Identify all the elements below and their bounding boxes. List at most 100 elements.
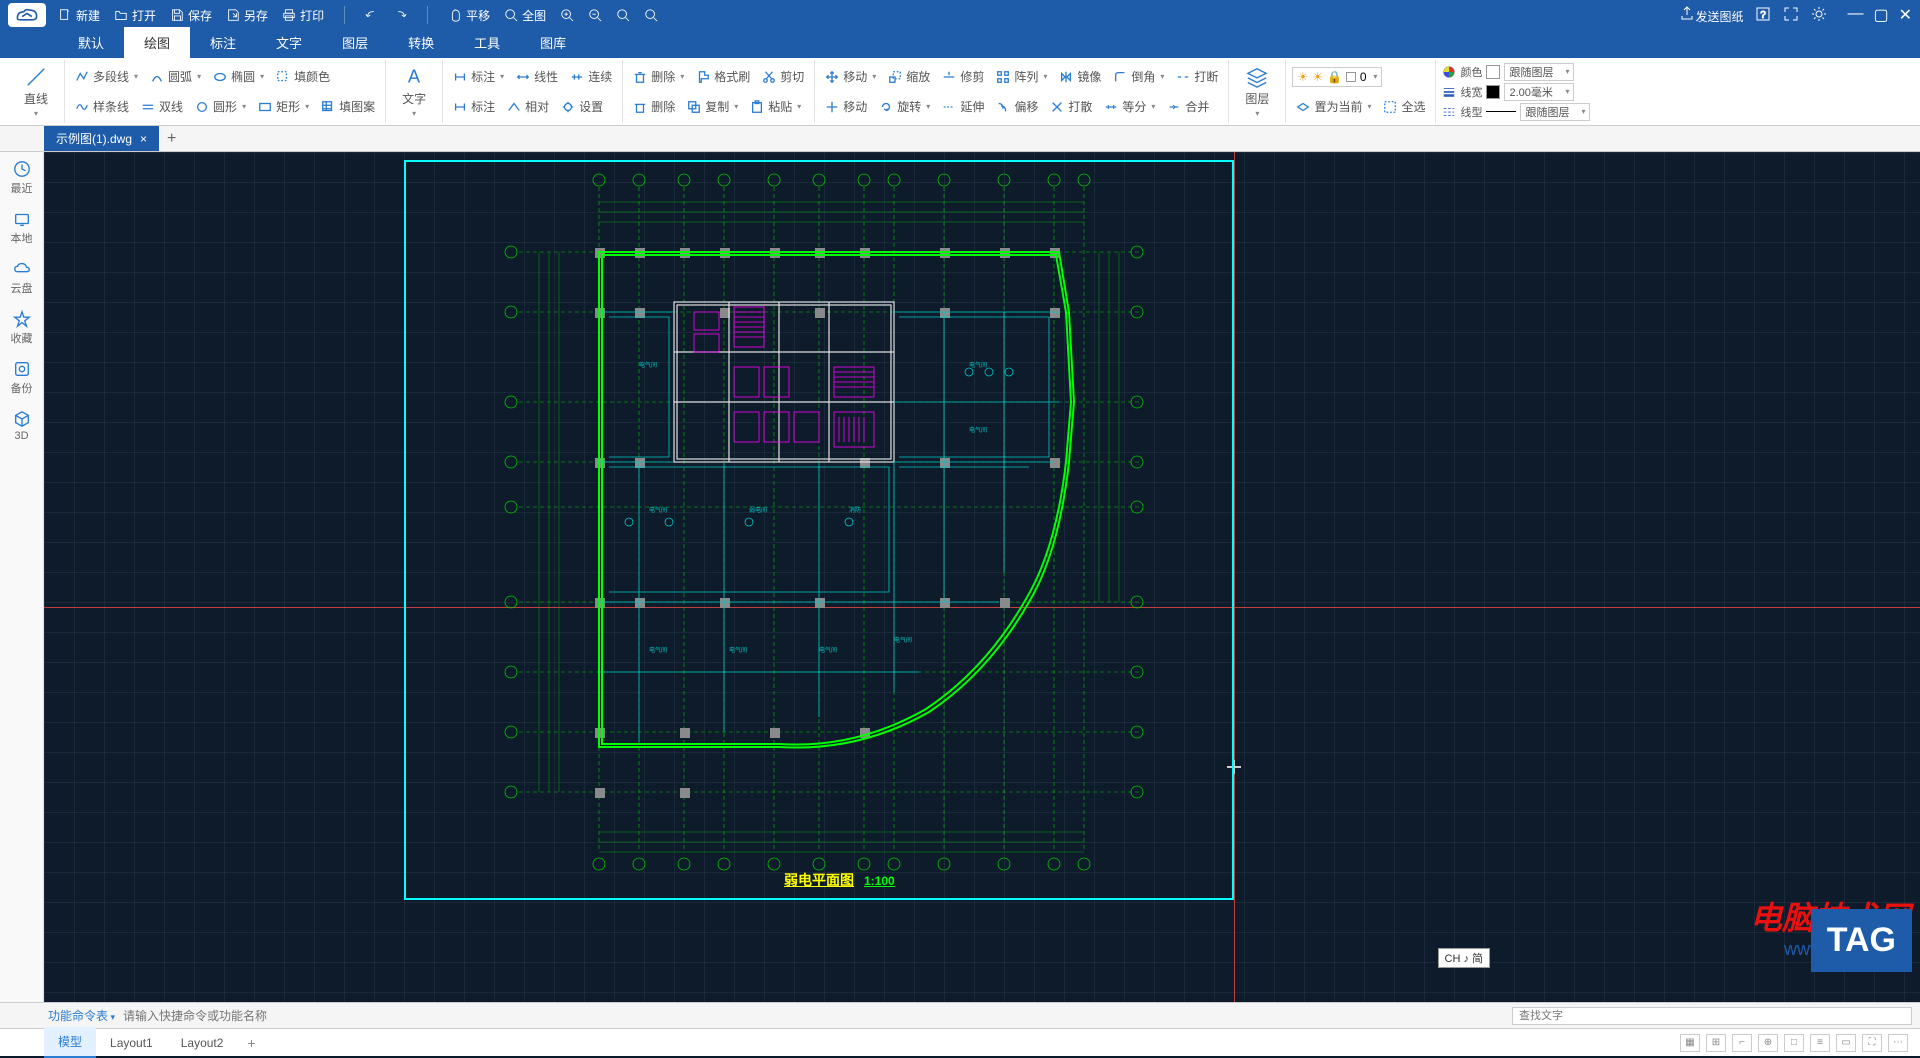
add-layout-button[interactable]: + (237, 1031, 265, 1055)
divide-tool[interactable]: 等分 (1100, 96, 1159, 117)
status-dyn[interactable]: ▭ (1836, 1034, 1856, 1052)
command-menu[interactable]: 功能命令表 (48, 1007, 115, 1024)
hatch-tool[interactable]: 填图案 (317, 96, 379, 117)
minimize-button[interactable]: — (1847, 5, 1863, 25)
fillcolor-tool[interactable]: 填颜色 (272, 66, 334, 87)
new-button[interactable]: 新建 (58, 7, 100, 24)
send-drawing-button[interactable]: 发送图纸 (1679, 5, 1743, 25)
status-full[interactable]: ⛶ (1862, 1034, 1882, 1052)
status-polar[interactable]: ⊕ (1758, 1034, 1778, 1052)
delete-tool[interactable]: 删除 (629, 66, 688, 87)
sidebar-backup[interactable]: 备份 (11, 360, 33, 396)
mirror-tool[interactable]: 镜像 (1055, 66, 1105, 87)
line-tool[interactable]: 直线▾ (14, 62, 58, 122)
circle-tool[interactable]: 圆形 (191, 96, 250, 117)
copy-tool[interactable]: 复制 (683, 96, 742, 117)
format-painter-tool[interactable]: 格式刷 (692, 66, 754, 87)
continuous-dim-tool[interactable]: 连续 (566, 66, 616, 87)
status-more[interactable]: ⋯ (1888, 1034, 1908, 1052)
close-tab-icon[interactable]: × (140, 132, 147, 146)
menu-annotate[interactable]: 标注 (190, 27, 256, 58)
zoom-extent-button[interactable] (644, 8, 658, 22)
pan-button[interactable]: 平移 (448, 7, 490, 24)
layout-tab-1[interactable]: Layout1 (96, 1030, 167, 1056)
polyline-tool[interactable]: 多段线 (71, 66, 142, 87)
dim-tool[interactable]: 标注 (449, 66, 508, 87)
cut-tool[interactable]: 剪切 (758, 66, 808, 87)
maximize-button[interactable]: ▢ (1873, 5, 1888, 25)
sidebar-local[interactable]: 本地 (11, 210, 33, 246)
move-tool[interactable]: 移动 (821, 66, 880, 87)
zoom-window-button[interactable] (616, 8, 630, 22)
break-tool[interactable]: 打断 (1172, 66, 1222, 87)
extend-tool[interactable]: 延伸 (938, 96, 988, 117)
sidebar-recent[interactable]: 最近 (11, 160, 33, 196)
menu-default[interactable]: 默认 (58, 27, 124, 58)
sidebar-cloud[interactable]: 云盘 (11, 260, 33, 296)
text-tool[interactable]: A 文字▾ (392, 62, 436, 122)
menu-layer[interactable]: 图层 (322, 27, 388, 58)
sidebar-favorites[interactable]: 收藏 (11, 310, 33, 346)
settings-icon[interactable] (1811, 6, 1827, 25)
status-osnap[interactable]: □ (1784, 1034, 1804, 1052)
status-ortho[interactable]: ⌐ (1732, 1034, 1752, 1052)
delete-tool2[interactable]: 删除 (629, 96, 679, 117)
ellipse-tool[interactable]: 椭圆 (209, 66, 268, 87)
select-all[interactable]: 全选 (1379, 96, 1429, 117)
layer-tool[interactable]: 图层▾ (1235, 62, 1279, 122)
search-text-input[interactable] (1512, 1007, 1912, 1025)
command-input[interactable] (123, 1009, 523, 1023)
dline-tool[interactable]: 双线 (137, 96, 187, 117)
lineweight-combo[interactable]: 2.00毫米 (1504, 83, 1574, 101)
add-tab-button[interactable]: + (167, 130, 176, 148)
arc-tool[interactable]: 圆弧 (146, 66, 205, 87)
redo-button[interactable] (393, 8, 407, 22)
save-button[interactable]: 保存 (170, 7, 212, 24)
linetype-combo[interactable]: 跟随图层 (1520, 103, 1590, 121)
spline-tool[interactable]: 样条线 (71, 96, 133, 117)
document-tab-active[interactable]: 示例图(1).dwg × (44, 126, 159, 151)
move-tool2[interactable]: 移动 (821, 96, 871, 117)
offset-tool[interactable]: 偏移 (992, 96, 1042, 117)
open-button[interactable]: 打开 (114, 7, 156, 24)
zoom-out-button[interactable] (588, 8, 602, 22)
lineweight-swatch[interactable] (1486, 85, 1500, 99)
menu-text[interactable]: 文字 (256, 27, 322, 58)
print-button[interactable]: 打印 (282, 7, 324, 24)
scale-tool[interactable]: 缩放 (884, 66, 934, 87)
drawing-canvas[interactable]: 电气间电气间 电气间弱电间消防电气间 电气间电气间电气间电气间 弱电平面图1:1… (44, 152, 1920, 1002)
saveas-button[interactable]: 另存 (226, 7, 268, 24)
join-tool[interactable]: 合并 (1163, 96, 1213, 117)
zoom-in-button[interactable] (560, 8, 574, 22)
zoom-all-button[interactable]: 全图 (504, 7, 546, 24)
array-tool[interactable]: 阵列 (992, 66, 1051, 87)
linear-dim-tool[interactable]: 线性 (512, 66, 562, 87)
menu-library[interactable]: 图库 (520, 27, 586, 58)
fullscreen-icon[interactable] (1783, 6, 1799, 25)
close-button[interactable]: ✕ (1899, 5, 1912, 25)
fillet-tool[interactable]: 倒角 (1109, 66, 1168, 87)
relative-dim-tool[interactable]: 相对 (503, 96, 553, 117)
trim-tool[interactable]: 修剪 (938, 66, 988, 87)
layout-tab-model[interactable]: 模型 (44, 1027, 96, 1058)
dim-settings-tool[interactable]: 设置 (557, 96, 607, 117)
status-grid[interactable]: ⊞ (1706, 1034, 1726, 1052)
layer-selector[interactable]: ☀☀🔒 0 ▾ (1292, 67, 1382, 87)
set-current-layer[interactable]: 置为当前 (1292, 96, 1375, 117)
explode-tool[interactable]: 打散 (1046, 96, 1096, 117)
menu-draw[interactable]: 绘图 (124, 27, 190, 58)
undo-button[interactable] (365, 8, 379, 22)
color-swatch[interactable] (1486, 65, 1500, 79)
paste-tool[interactable]: 粘贴 (746, 96, 805, 117)
menu-tools[interactable]: 工具 (454, 27, 520, 58)
menu-convert[interactable]: 转换 (388, 27, 454, 58)
sidebar-3d[interactable]: 3D (13, 410, 31, 442)
color-combo[interactable]: 跟随图层 (1504, 63, 1574, 81)
dim-tool2[interactable]: 标注 (449, 96, 499, 117)
rect-tool[interactable]: 矩形 (254, 96, 313, 117)
status-snap[interactable]: ▦ (1680, 1034, 1700, 1052)
help-icon[interactable]: ? (1755, 6, 1771, 25)
status-lwt[interactable]: ≡ (1810, 1034, 1830, 1052)
layout-tab-2[interactable]: Layout2 (167, 1030, 238, 1056)
rotate-tool[interactable]: 旋转 (875, 96, 934, 117)
